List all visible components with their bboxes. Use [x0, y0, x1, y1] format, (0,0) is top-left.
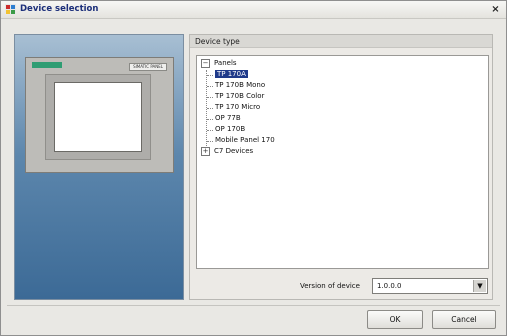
device-brand-label: SIMATIC PANEL: [129, 63, 167, 71]
tree-node-tp170b-mono[interactable]: TP 170B Mono: [215, 80, 265, 91]
tree-node-label: Mobile Panel 170: [215, 136, 275, 144]
device-tree[interactable]: − Panels TP 170A TP 170B Mono TP 170B Col…: [196, 55, 489, 269]
tree-node-label: C7 Devices: [214, 147, 254, 155]
tree-connector: [207, 86, 213, 87]
app-icon: [5, 4, 16, 15]
tree-connector: [207, 130, 213, 131]
tree-node-label: TP 170B Color: [215, 92, 265, 100]
tree-node-label: Panels: [214, 59, 237, 67]
footer-divider: [7, 305, 500, 306]
title-bar: Device selection ×: [1, 1, 506, 19]
device-logo: [32, 62, 62, 68]
tree-node-tp170b-color[interactable]: TP 170B Color: [215, 91, 264, 102]
collapse-icon[interactable]: −: [201, 58, 210, 68]
device-type-heading: Device type: [195, 37, 240, 46]
tree-connector: [207, 141, 213, 142]
device-screen: [54, 82, 142, 152]
version-value: 1.0.0.0: [377, 282, 402, 290]
device-image: SIMATIC PANEL: [25, 57, 174, 173]
device-selection-dialog: Device selection × SIMATIC PANEL Device …: [0, 0, 507, 336]
chevron-down-icon[interactable]: ▼: [473, 280, 486, 292]
close-icon[interactable]: ×: [490, 4, 501, 15]
device-preview-panel: SIMATIC PANEL: [14, 34, 184, 300]
device-bezel: [45, 74, 151, 160]
tree-connector: [207, 97, 213, 98]
tree-connector: [207, 75, 213, 76]
tree-node-mobile-panel-170[interactable]: Mobile Panel 170: [215, 135, 275, 146]
window-title: Device selection: [20, 4, 99, 14]
device-type-panel: Device type − Panels TP 170A TP 170B Mono…: [189, 34, 493, 300]
tree-connector: [206, 70, 207, 152]
tree-node-panels[interactable]: − Panels: [201, 58, 237, 69]
version-dropdown[interactable]: 1.0.0.0 ▼: [372, 278, 488, 294]
tree-connector: [207, 108, 213, 109]
tree-node-tp170-micro[interactable]: TP 170 Micro: [215, 102, 260, 113]
tree-node-label: TP 170B Mono: [215, 81, 266, 89]
tree-node-label: OP 77B: [215, 114, 241, 122]
tree-connector: [207, 119, 213, 120]
tree-node-tp170a[interactable]: TP 170A: [215, 69, 248, 80]
tree-node-op170b[interactable]: OP 170B: [215, 124, 245, 135]
tree-node-label: TP 170 Micro: [215, 103, 261, 111]
expand-icon[interactable]: +: [201, 146, 210, 156]
tree-node-label: OP 170B: [215, 125, 246, 133]
ok-button[interactable]: OK: [367, 310, 423, 329]
device-type-header: Device type: [190, 35, 492, 48]
version-label: Version of device: [300, 282, 360, 290]
tree-node-op77b[interactable]: OP 77B: [215, 113, 241, 124]
tree-node-label-selected: TP 170A: [215, 70, 248, 78]
tree-node-c7-devices[interactable]: + C7 Devices: [201, 146, 253, 157]
cancel-button[interactable]: Cancel: [432, 310, 496, 329]
